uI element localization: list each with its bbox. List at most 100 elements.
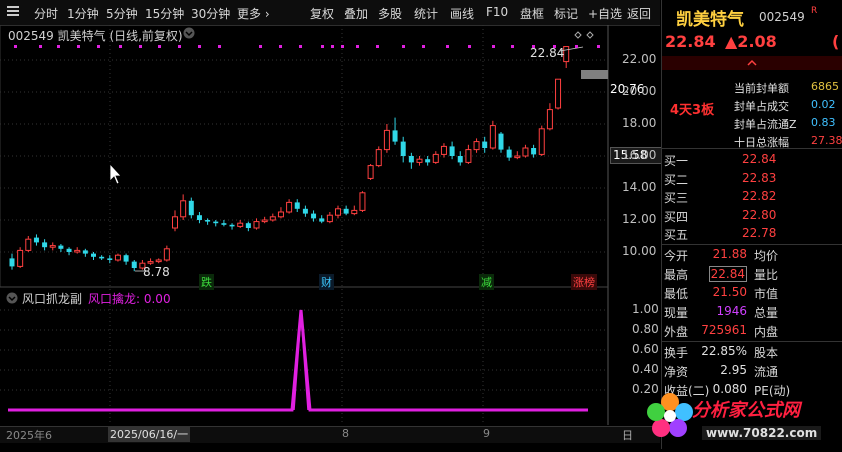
candle bbox=[66, 247, 72, 256]
indicator-name[interactable]: 风口抓龙副 bbox=[22, 290, 82, 307]
candle bbox=[114, 253, 121, 262]
info-label: 封单占流通Z bbox=[734, 118, 797, 131]
low-price-label: 8.78 bbox=[143, 265, 170, 279]
candle bbox=[25, 236, 32, 252]
price-axis-label: 12.00 bbox=[622, 212, 657, 226]
candle bbox=[123, 253, 129, 265]
candle bbox=[58, 244, 64, 252]
chart-title: 002549 凯美特气 (日线,前复权) bbox=[8, 29, 183, 43]
f10-button[interactable]: F10 bbox=[486, 5, 508, 19]
indicator-axis-label: 0.60 bbox=[632, 342, 659, 356]
draw-button[interactable]: 画线 bbox=[450, 5, 474, 22]
candle bbox=[205, 218, 211, 225]
stat-label: 今开 bbox=[664, 249, 689, 263]
candle bbox=[473, 138, 480, 153]
bid-label: 买四 bbox=[664, 209, 689, 224]
candle bbox=[335, 205, 341, 219]
overlay-button[interactable]: 叠加 bbox=[344, 5, 368, 22]
period-toolbar: 分时 1分钟 5分钟 15分钟 30分钟 更多 › 复权 叠加 多股 统计 画线… bbox=[0, 0, 660, 26]
stat-label-2: 股本 bbox=[754, 346, 779, 360]
adjust-button[interactable]: 复权 bbox=[310, 5, 334, 22]
candle bbox=[131, 260, 137, 272]
add-watchlist-button[interactable]: +自选 bbox=[588, 5, 622, 22]
candle bbox=[522, 144, 529, 158]
info-value: 0.83 bbox=[811, 116, 836, 129]
stat-value: 22.84 bbox=[708, 266, 747, 282]
marker-fall[interactable]: 跌 bbox=[199, 274, 214, 290]
candle bbox=[180, 194, 187, 220]
price-axis-label: 10.00 bbox=[622, 244, 657, 258]
candle bbox=[375, 146, 382, 168]
candle bbox=[245, 221, 251, 232]
bid-price: 22.82 bbox=[742, 189, 777, 203]
menu-icon[interactable] bbox=[6, 4, 20, 21]
back-button[interactable]: 返回 bbox=[627, 5, 651, 22]
candle bbox=[221, 220, 227, 227]
mark-button[interactable]: 标记 bbox=[554, 5, 578, 22]
candle bbox=[82, 248, 88, 257]
tab-30min[interactable]: 30分钟 bbox=[191, 5, 230, 22]
info-label: 封单占成交 bbox=[734, 100, 789, 113]
tab-5min[interactable]: 5分钟 bbox=[106, 5, 138, 22]
marker-finance[interactable]: 财 bbox=[319, 274, 334, 290]
candle bbox=[286, 199, 293, 214]
chevron-down-icon[interactable] bbox=[183, 27, 195, 42]
tab-15min[interactable]: 15分钟 bbox=[145, 5, 184, 22]
bid-label: 买二 bbox=[664, 172, 689, 187]
candle bbox=[383, 124, 390, 153]
candle bbox=[277, 207, 284, 219]
info-value: 0.02 bbox=[811, 98, 836, 111]
bid-label: 买一 bbox=[664, 154, 689, 168]
stat-value: 2.95 bbox=[720, 363, 747, 377]
candle bbox=[367, 164, 374, 180]
bid-price: 22.80 bbox=[742, 207, 777, 222]
stat-label-2: 内盘 bbox=[754, 325, 779, 339]
price-axis-label: 22.00 bbox=[622, 52, 657, 66]
candle bbox=[392, 117, 398, 145]
watermark-logo: 分析家公式网 www.70822.com bbox=[640, 388, 840, 446]
panel-button[interactable]: 盘框 bbox=[520, 5, 544, 22]
candle bbox=[261, 216, 268, 224]
candle bbox=[343, 205, 349, 216]
kline-chart-area[interactable]: 002549 凯美特气 (日线,前复权) 22.84 8.78 20.76 15… bbox=[0, 24, 662, 449]
chart-canvas bbox=[0, 24, 609, 425]
time-label-start: 2025年6 bbox=[6, 429, 52, 442]
candle bbox=[49, 242, 56, 251]
stock-code: 002549 bbox=[759, 10, 805, 24]
candle bbox=[440, 143, 447, 158]
candle bbox=[155, 258, 162, 264]
candle bbox=[229, 223, 235, 230]
candle bbox=[253, 218, 260, 230]
time-label-sep: 9 bbox=[483, 427, 490, 440]
collapse-icon[interactable] bbox=[6, 292, 18, 307]
stat-label-2: 市值 bbox=[754, 287, 779, 301]
stat-value: 22.85% bbox=[701, 344, 747, 358]
candle bbox=[311, 210, 317, 222]
info-label: 当前封单额 bbox=[734, 82, 789, 95]
marker-reduce[interactable]: 减 bbox=[479, 274, 494, 290]
indicator-axis-label: 0.80 bbox=[632, 322, 659, 336]
period-day-button[interactable]: 日 bbox=[622, 427, 633, 443]
collapse-bar[interactable] bbox=[662, 56, 842, 70]
candle bbox=[425, 156, 431, 166]
stats-button[interactable]: 统计 bbox=[414, 5, 438, 22]
high-price-label: 22.84 bbox=[530, 46, 565, 60]
current-price: 22.84 bbox=[665, 32, 716, 51]
streak-label: 4天3板 bbox=[670, 103, 715, 118]
stat-label-2: 总量 bbox=[754, 306, 779, 320]
tab-1min[interactable]: 1分钟 bbox=[67, 5, 99, 22]
multi-stock-button[interactable]: 多股 bbox=[378, 5, 402, 22]
candle bbox=[531, 144, 537, 158]
stat-label-2: 流通 bbox=[754, 365, 779, 379]
stat-label: 外盘 bbox=[664, 325, 689, 339]
candle bbox=[465, 144, 472, 164]
tab-intraday[interactable]: 分时 bbox=[34, 5, 58, 22]
info-value: 6865 bbox=[811, 80, 839, 93]
candle bbox=[196, 212, 202, 224]
price-axis-label: 20.00 bbox=[622, 84, 657, 98]
candle bbox=[449, 141, 455, 160]
price-change: ▲2.08 bbox=[725, 32, 777, 51]
price-change-pct: ( bbox=[832, 32, 840, 51]
marker-limit-up[interactable]: 涨榜 bbox=[571, 274, 597, 290]
tab-more[interactable]: 更多 › bbox=[237, 5, 270, 22]
